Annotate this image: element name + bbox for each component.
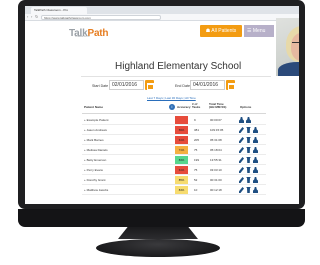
edit-icon[interactable] bbox=[239, 167, 244, 173]
end-date-input[interactable]: 04/01/2016 bbox=[190, 80, 225, 90]
page-title: Highland Elementary School bbox=[115, 61, 242, 72]
patient-name-cell[interactable]: + Betty Emerson bbox=[84, 155, 106, 165]
delete-icon[interactable] bbox=[246, 177, 251, 183]
delete-icon[interactable] bbox=[246, 147, 251, 153]
edit-icon[interactable] bbox=[239, 187, 244, 193]
delete-icon[interactable] bbox=[246, 127, 251, 133]
tasks-cell: 75 bbox=[194, 148, 198, 152]
user-icon[interactable] bbox=[253, 177, 258, 183]
user-icon[interactable] bbox=[246, 117, 251, 123]
tasks-cell: 9 bbox=[194, 118, 196, 122]
patient-name-cell[interactable]: + Melissa Daniels bbox=[84, 145, 108, 155]
start-calendar-icon[interactable] bbox=[145, 80, 154, 90]
edit-icon[interactable] bbox=[239, 127, 244, 133]
monitor-stand bbox=[96, 239, 220, 257]
table-row[interactable]: + Perry Evans 61% 75 03:03:10 bbox=[82, 165, 266, 175]
logo-subtitle: Classroom bbox=[75, 34, 90, 38]
col-accuracy[interactable]: Accuracy bbox=[177, 105, 191, 109]
browser-toolbar: ‹ › ↻ https://www.talkpathclassroom.com bbox=[25, 14, 299, 21]
delete-icon[interactable] bbox=[246, 187, 251, 193]
edit-icon[interactable] bbox=[239, 157, 244, 163]
start-date-label: Start Date bbox=[92, 84, 109, 88]
end-date-label: End Date bbox=[175, 84, 190, 88]
user-icon[interactable] bbox=[253, 167, 258, 173]
accuracy-badge: 61% bbox=[175, 136, 188, 144]
table-row[interactable]: + Melissa Daniels 71% 75 05:18:04 bbox=[82, 145, 266, 155]
total-time-cell: 109:15:05 bbox=[210, 128, 224, 132]
address-bar[interactable]: https://www.talkpathclassroom.com bbox=[41, 15, 161, 20]
date-quick-links[interactable]: Last 7 Days | Last 30 Days | All Time bbox=[147, 96, 196, 100]
presenter-glasses bbox=[292, 42, 299, 46]
col-options: Options bbox=[240, 105, 252, 109]
user-icon[interactable] bbox=[253, 157, 258, 163]
patient-name-cell[interactable]: + Perry Evans bbox=[84, 165, 103, 175]
patient-name-cell[interactable]: + Mark Barnes bbox=[84, 135, 104, 145]
table-row[interactable]: + Dorothy Grant 85% 52 00:31:00 bbox=[82, 175, 266, 185]
edit-icon[interactable] bbox=[239, 177, 244, 183]
info-icon[interactable]: i bbox=[169, 104, 175, 110]
reload-icon[interactable]: ↻ bbox=[35, 15, 39, 19]
table-row[interactable]: + Example Patient 9 00:00:07 bbox=[82, 115, 266, 125]
monitor-chin bbox=[18, 209, 305, 227]
total-time-cell: 00:12:18 bbox=[210, 188, 222, 192]
patient-name-cell[interactable]: + Matthew Jacobs bbox=[84, 185, 108, 195]
total-time-cell: 05:18:04 bbox=[210, 148, 222, 152]
browser-tab-strip: TalkPath Classroom - Pro bbox=[25, 6, 299, 14]
end-calendar-icon[interactable] bbox=[226, 80, 235, 90]
total-time-cell: 00:31:00 bbox=[210, 178, 222, 182]
edit-icon[interactable] bbox=[239, 137, 244, 143]
divider bbox=[81, 76, 271, 77]
user-icon[interactable] bbox=[253, 187, 258, 193]
accuracy-badge: 71% bbox=[175, 146, 188, 154]
delete-icon[interactable] bbox=[246, 137, 251, 143]
browser-tab[interactable]: TalkPath Classroom - Pro bbox=[31, 7, 87, 14]
tasks-cell: 205 bbox=[194, 138, 200, 142]
table-row[interactable]: + Jason Andrews 59% 381 109:15:05 bbox=[82, 125, 266, 135]
col-tasks[interactable]: # of Tasks bbox=[192, 102, 206, 110]
menu-button[interactable]: ☰ Menu bbox=[244, 25, 274, 37]
accuracy-badge: 59% bbox=[175, 126, 188, 134]
total-time-cell: 03:03:10 bbox=[210, 168, 222, 172]
start-date-input[interactable]: 02/01/2016 bbox=[109, 80, 144, 90]
presenter-shirt bbox=[278, 62, 299, 76]
user-icon[interactable] bbox=[253, 147, 258, 153]
tasks-cell: 381 bbox=[194, 128, 200, 132]
user-icon[interactable] bbox=[253, 127, 258, 133]
edit-icon[interactable] bbox=[239, 147, 244, 153]
accuracy-badge: 85% bbox=[175, 176, 188, 184]
monitor-screen: TalkPath Classroom - Pro ‹ › ↻ https://w… bbox=[25, 6, 299, 204]
patient-name-cell[interactable]: + Jason Andrews bbox=[84, 125, 107, 135]
table-header: Patient Name i Accuracy # of Tasks Total… bbox=[82, 101, 266, 114]
total-time-cell: 13:55:31 bbox=[210, 158, 222, 162]
delete-icon[interactable] bbox=[246, 167, 251, 173]
accuracy-badge: 61% bbox=[175, 166, 188, 174]
tasks-cell: 10 bbox=[194, 188, 198, 192]
monitor-neck bbox=[118, 227, 198, 239]
tasks-cell: 199 bbox=[194, 158, 200, 162]
table-row[interactable]: + Matthew Jacobs 84% 10 00:12:18 bbox=[82, 185, 266, 195]
accuracy-badge: 84% bbox=[175, 186, 188, 194]
user-icon[interactable] bbox=[239, 117, 244, 123]
tasks-cell: 75 bbox=[194, 168, 198, 172]
webcam-overlay bbox=[276, 18, 299, 76]
patient-name-cell[interactable]: + Dorothy Grant bbox=[84, 175, 105, 185]
table-row[interactable]: + Mark Barnes 61% 205 05:31:08 bbox=[82, 135, 266, 145]
table-row[interactable]: + Betty Emerson 83% 199 13:55:31 bbox=[82, 155, 266, 165]
accuracy-badge bbox=[175, 116, 188, 124]
delete-icon[interactable] bbox=[246, 157, 251, 163]
total-time-cell: 05:31:08 bbox=[210, 138, 222, 142]
accuracy-badge: 83% bbox=[175, 156, 188, 164]
tasks-cell: 52 bbox=[194, 178, 198, 182]
col-patient-name[interactable]: Patient Name bbox=[84, 105, 103, 109]
talkpath-logo[interactable]: TalkPath Classroom bbox=[69, 23, 109, 41]
total-time-cell: 00:00:07 bbox=[210, 118, 222, 122]
col-total-time[interactable]: Total Time (HH:MM:SS) bbox=[209, 102, 237, 110]
patient-name-cell[interactable]: + Example Patient bbox=[84, 115, 108, 125]
user-icon[interactable] bbox=[253, 137, 258, 143]
all-patients-button[interactable]: ☗ All Patients bbox=[200, 25, 242, 37]
